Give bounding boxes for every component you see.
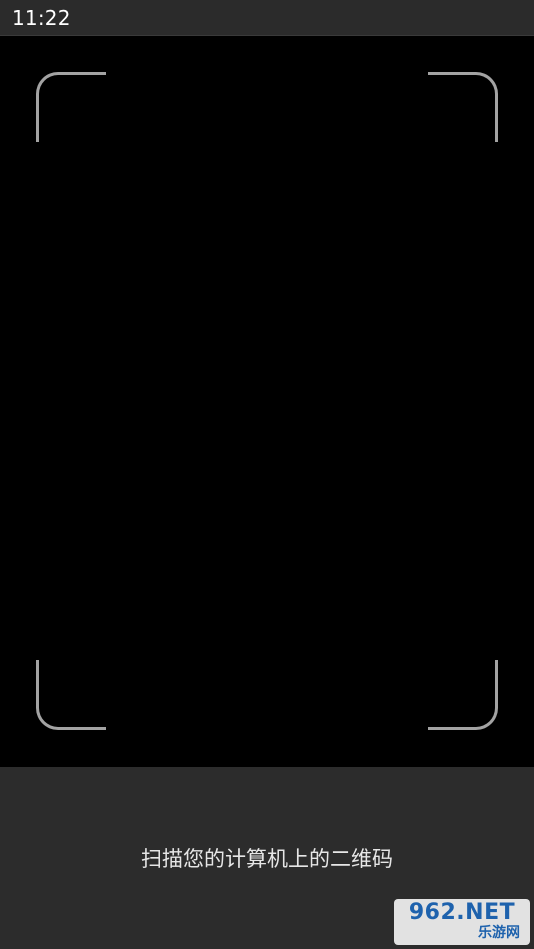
- scan-instruction-text: 扫描您的计算机上的二维码: [141, 847, 393, 871]
- status-time: 11:22: [12, 6, 71, 30]
- scan-frame-corner-bottom-left: [36, 660, 106, 730]
- scan-frame-corner-bottom-right: [428, 660, 498, 730]
- camera-viewfinder: [0, 36, 534, 767]
- scanner-screen: 11:22 扫描您的计算机上的二维码 962.NET 乐游网: [0, 0, 534, 949]
- watermark-sub-text: 乐游网: [478, 925, 520, 941]
- watermark-logo: 962.NET 乐游网: [394, 899, 530, 945]
- bottom-panel: 扫描您的计算机上的二维码 962.NET 乐游网: [0, 767, 534, 949]
- status-bar: 11:22: [0, 0, 534, 36]
- watermark-main-text: 962.NET: [408, 900, 516, 925]
- scan-frame-corner-top-right: [428, 72, 498, 142]
- scan-frame-corner-top-left: [36, 72, 106, 142]
